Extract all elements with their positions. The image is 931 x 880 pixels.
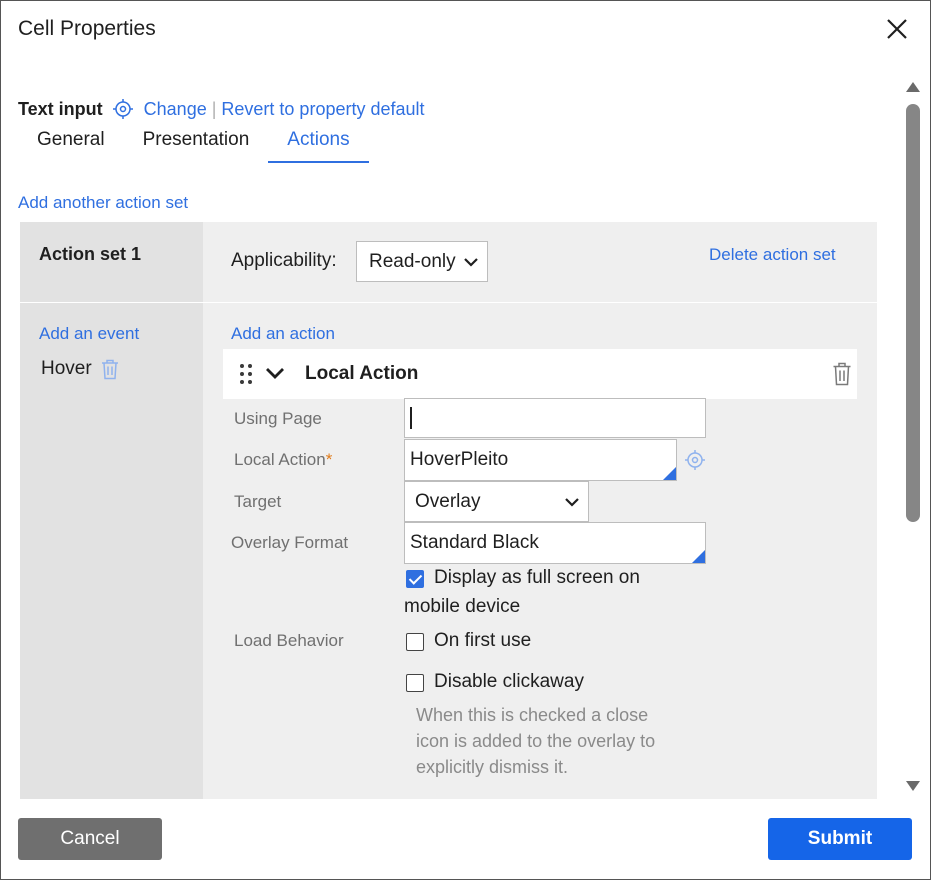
trash-icon[interactable] <box>100 358 120 380</box>
target-select[interactable]: Overlay <box>404 481 589 522</box>
local-action-label-text: Local Action <box>234 450 326 469</box>
add-event-link[interactable]: Add an event <box>39 324 139 344</box>
applicability-select[interactable]: Read-only <box>356 241 488 282</box>
link-separator: | <box>211 98 217 119</box>
full-screen-label-continued: mobile device <box>404 596 520 618</box>
full-screen-label-line1: Display as full screen on <box>434 567 640 588</box>
action-set-title: Action set 1 <box>39 244 142 264</box>
local-action-label: Local Action* <box>234 450 332 470</box>
cell-properties-dialog: Cell Properties Text input Change | Reve… <box>0 0 931 880</box>
applicability-value: Read-only <box>369 250 456 272</box>
load-behavior-label: Load Behavior <box>234 631 344 650</box>
autocomplete-corner-icon <box>663 467 676 480</box>
submit-button[interactable]: Submit <box>768 818 912 860</box>
event-name: Hover <box>41 358 92 379</box>
disable-clickaway-checkbox[interactable] <box>406 674 424 692</box>
target-label: Target <box>234 492 282 511</box>
field-type-label: Text input <box>18 98 103 119</box>
on-first-use-row[interactable]: On first use <box>406 630 531 652</box>
using-page-label: Using Page <box>234 409 322 428</box>
crosshair-icon[interactable] <box>684 449 706 471</box>
vertical-scrollbar[interactable] <box>901 76 925 796</box>
action-header: Local Action <box>223 349 857 399</box>
field-header: Text input Change | Revert to property d… <box>18 97 425 121</box>
add-action-link[interactable]: Add an action <box>231 324 335 344</box>
collapse-chevron-icon[interactable] <box>265 367 285 380</box>
tab-presentation[interactable]: Presentation <box>124 125 269 163</box>
dialog-footer: Cancel Submit <box>1 799 930 879</box>
chevron-down-icon <box>464 257 478 267</box>
drag-handle-icon[interactable] <box>239 363 253 385</box>
autocomplete-corner-icon <box>692 550 705 563</box>
event-item[interactable]: Hover <box>41 358 120 380</box>
delete-action-set-link[interactable]: Delete action set <box>709 245 836 265</box>
scrollbar-thumb[interactable] <box>906 104 920 522</box>
action-set-divider <box>20 302 877 303</box>
add-action-set-link[interactable]: Add another action set <box>18 193 188 213</box>
crosshair-icon[interactable] <box>112 98 134 120</box>
text-cursor <box>410 407 412 429</box>
disable-clickaway-label: Disable clickaway <box>434 671 584 692</box>
disable-clickaway-help: When this is checked a close icon is add… <box>416 705 656 777</box>
dialog-body: Text input Change | Revert to property d… <box>1 61 901 799</box>
full-screen-label-line2: mobile device <box>404 596 521 617</box>
using-page-input[interactable] <box>404 398 706 438</box>
full-screen-checkbox[interactable] <box>406 570 424 588</box>
tab-general[interactable]: General <box>18 125 124 163</box>
local-action-value: HoverPleito <box>410 449 509 470</box>
action-title: Local Action <box>305 363 419 384</box>
local-action-input[interactable]: HoverPleito <box>404 439 677 481</box>
tab-bar: General Presentation Actions <box>18 125 369 163</box>
scroll-up-arrow-icon[interactable] <box>906 82 920 92</box>
chevron-down-icon <box>565 497 579 507</box>
scroll-down-arrow-icon[interactable] <box>906 781 920 791</box>
change-link[interactable]: Change <box>144 99 207 120</box>
tab-actions[interactable]: Actions <box>268 125 369 163</box>
on-first-use-checkbox[interactable] <box>406 633 424 651</box>
required-star: * <box>325 450 333 469</box>
revert-link[interactable]: Revert to property default <box>221 99 424 120</box>
close-icon[interactable] <box>881 13 913 45</box>
dialog-title: Cell Properties <box>18 17 156 40</box>
overlay-format-input[interactable]: Standard Black <box>404 522 706 564</box>
disable-clickaway-row[interactable]: Disable clickaway <box>406 671 584 693</box>
action-set-sidebar <box>20 222 203 799</box>
overlay-format-value: Standard Black <box>410 532 539 553</box>
cancel-button[interactable]: Cancel <box>18 818 162 860</box>
delete-action-icon[interactable] <box>832 361 852 386</box>
applicability-label: Applicability: <box>231 250 337 271</box>
on-first-use-label: On first use <box>434 630 532 651</box>
full-screen-checkbox-row[interactable]: Display as full screen on <box>406 567 640 589</box>
target-value: Overlay <box>415 490 481 512</box>
overlay-format-label: Overlay Format <box>231 533 349 552</box>
